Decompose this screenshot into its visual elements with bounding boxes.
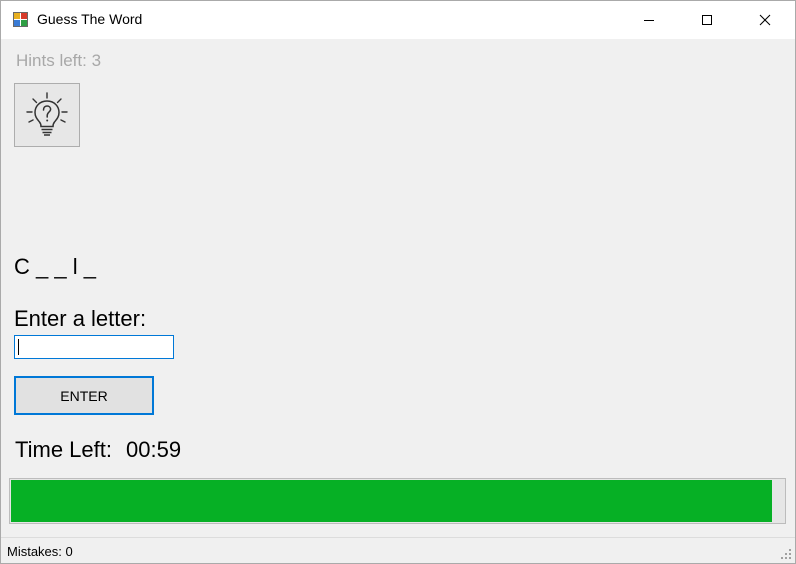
time-left-row: Time Left: 00:59	[15, 437, 181, 463]
resize-grip-icon[interactable]	[780, 548, 792, 560]
time-left-label: Time Left:	[15, 437, 112, 462]
maximize-icon	[702, 15, 712, 25]
minimize-button[interactable]	[620, 1, 678, 39]
app-icon	[13, 11, 29, 27]
status-bar: Mistakes: 0	[1, 537, 795, 563]
close-button[interactable]	[736, 1, 794, 39]
time-left-value: 00:59	[126, 437, 182, 462]
time-progress-fill	[11, 480, 772, 522]
hint-button[interactable]	[14, 83, 80, 147]
letter-input[interactable]	[14, 335, 174, 359]
time-progress-bar	[9, 478, 786, 524]
word-pattern: C _ _ l _	[14, 254, 96, 279]
app-window: Guess The Word Hints left: 3 C _ _ l _ E…	[0, 0, 796, 564]
enter-button[interactable]: ENTER	[14, 376, 154, 415]
text-caret	[18, 339, 19, 355]
lightbulb-question-icon	[26, 92, 68, 136]
form-client-area: Hints left: 3 C _ _ l _ Enter a letter: …	[1, 39, 795, 537]
minimize-icon	[644, 20, 654, 21]
mistakes-status: Mistakes: 0	[7, 544, 73, 559]
title-bar[interactable]: Guess The Word	[1, 1, 795, 39]
hints-left-label: Hints left: 3	[16, 51, 102, 70]
close-icon	[759, 14, 771, 26]
enter-letter-label: Enter a letter:	[14, 306, 147, 331]
window-title: Guess The Word	[37, 11, 143, 27]
maximize-button[interactable]	[678, 1, 736, 39]
